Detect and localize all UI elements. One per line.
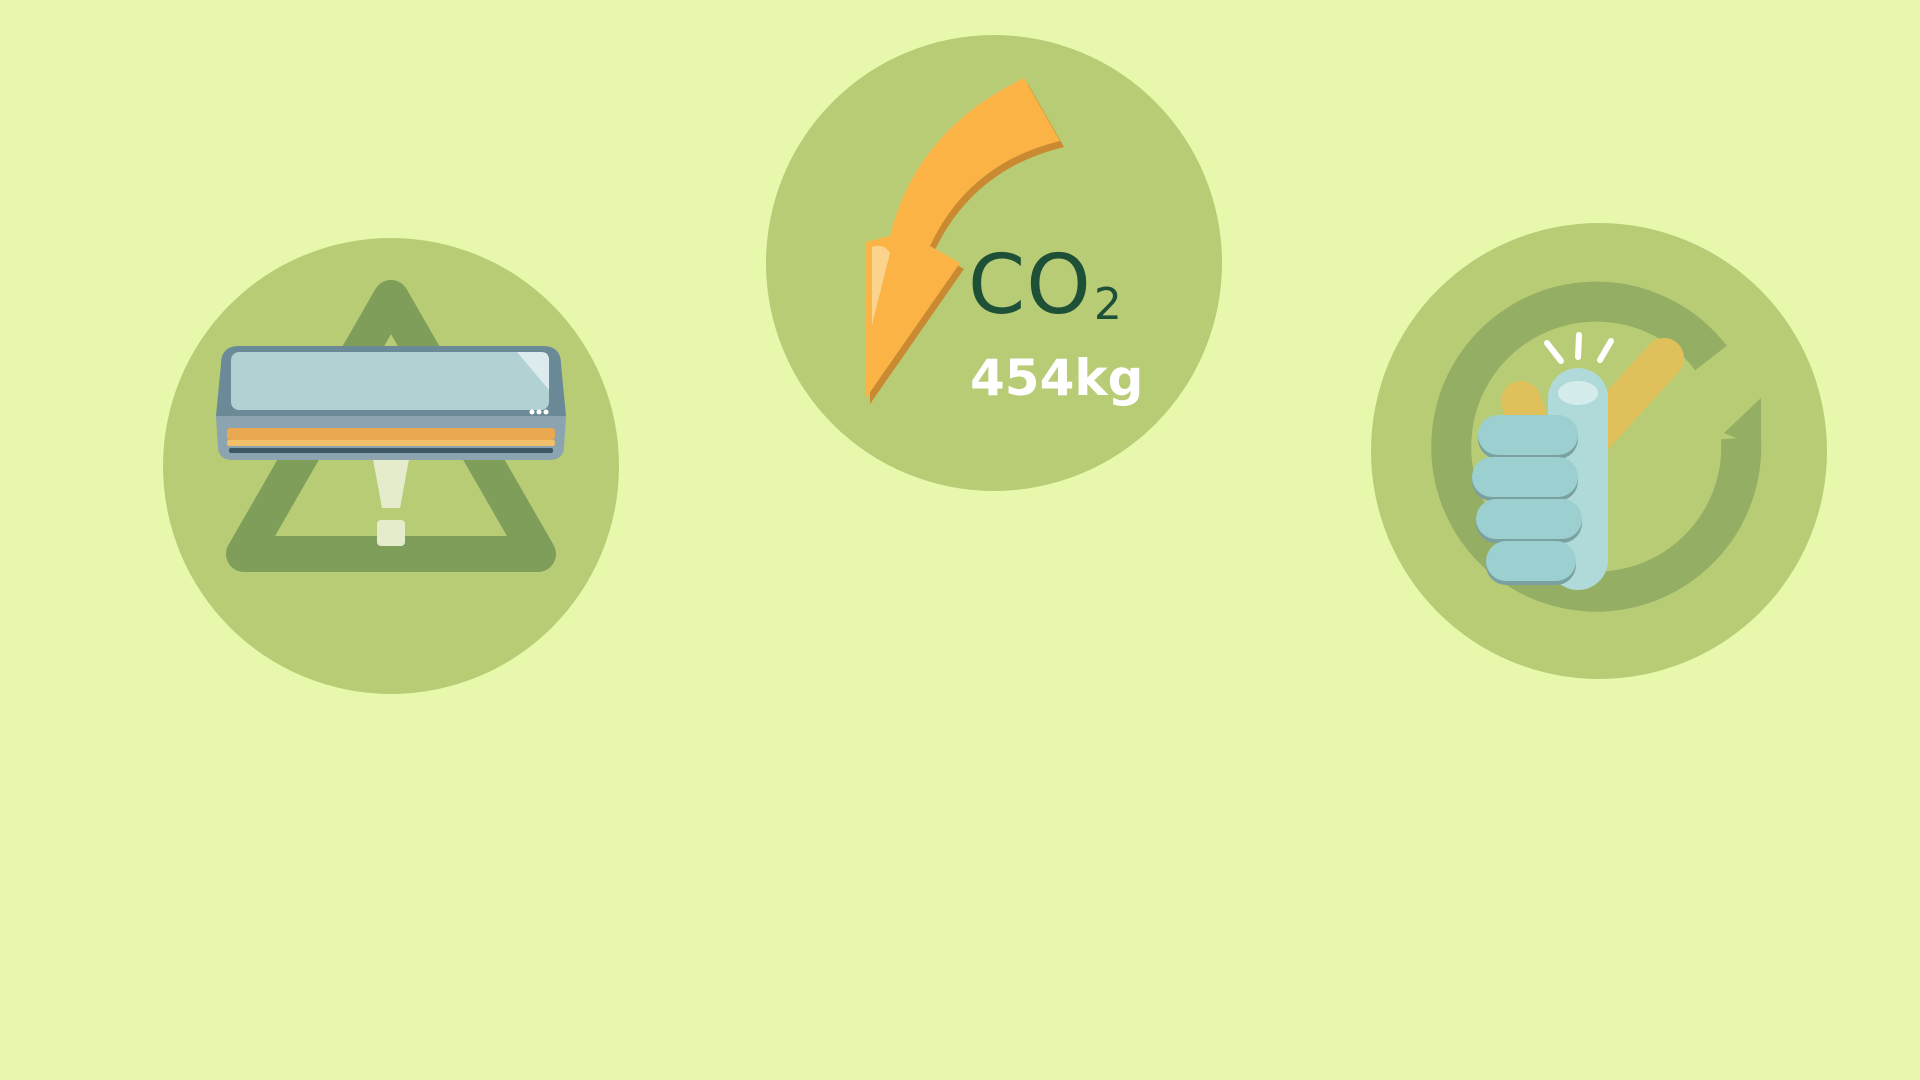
ac-warning-badge bbox=[163, 238, 619, 694]
approval-badge bbox=[1371, 223, 1827, 679]
illustration-canvas: CO2 454kg bbox=[0, 0, 1920, 1080]
approval-graphic bbox=[1371, 223, 1827, 679]
co2-label-text: CO bbox=[968, 238, 1092, 333]
co2-amount: 454kg bbox=[970, 349, 1144, 407]
co2-label: CO2 bbox=[968, 245, 1123, 327]
co2-badge: CO2 454kg bbox=[766, 35, 1222, 491]
co2-subscript: 2 bbox=[1093, 279, 1123, 330]
air-conditioner-icon bbox=[216, 346, 566, 460]
ac-warning-graphic bbox=[163, 238, 619, 694]
